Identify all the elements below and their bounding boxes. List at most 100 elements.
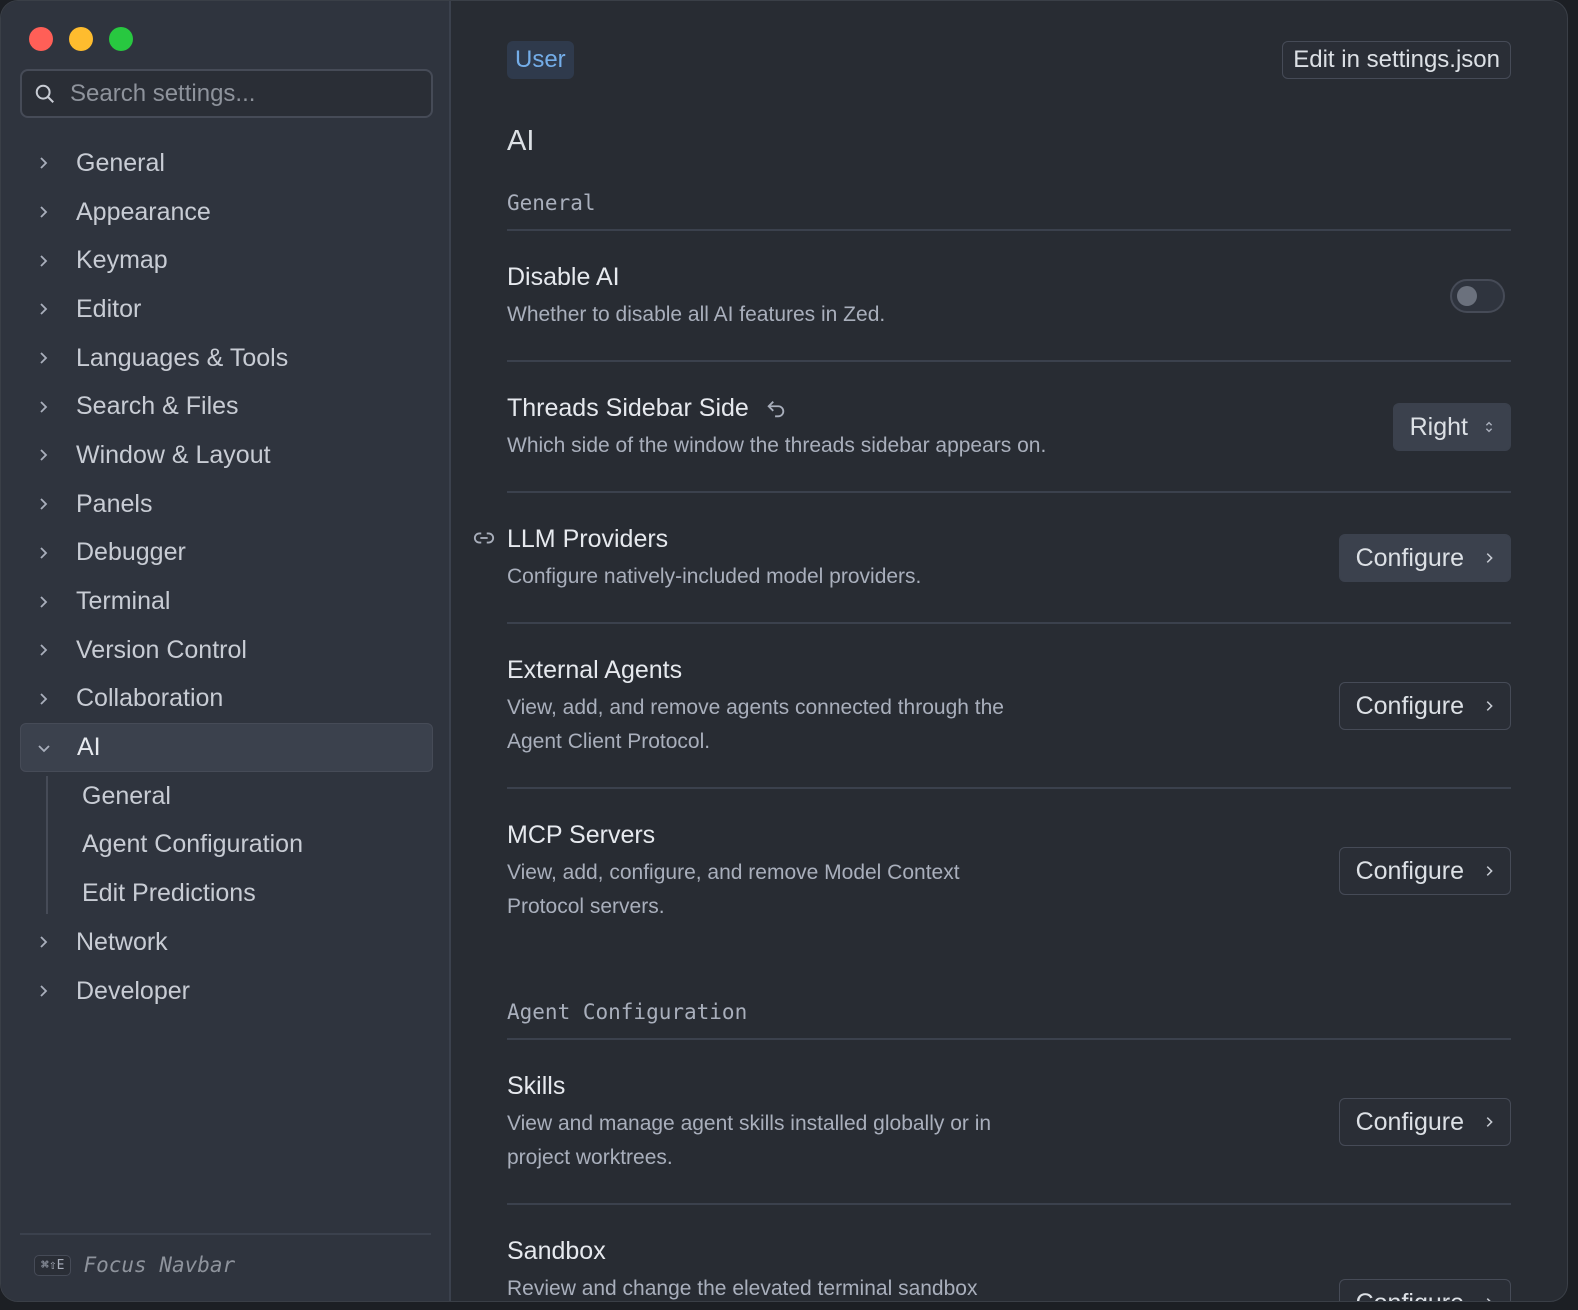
zoom-window-button[interactable] — [109, 27, 133, 51]
disable-ai-toggle[interactable] — [1450, 279, 1505, 313]
threads-sidebar-side-select[interactable]: Right — [1392, 403, 1511, 451]
window-controls — [29, 27, 133, 51]
sidebar-item-debugger[interactable]: Debugger — [20, 529, 433, 578]
sidebar-item-label: Editor — [76, 294, 142, 323]
setting-title: MCP Servers — [507, 821, 656, 849]
setting-row-mcp-servers: MCP Servers View, add, configure, and re… — [507, 821, 1511, 941]
keyboard-shortcut: ⌘⇧E — [34, 1254, 72, 1276]
setting-title: Threads Sidebar Side — [507, 394, 1511, 423]
focus-navbar-label: Focus Navbar — [83, 1253, 236, 1277]
setting-description: Whether to disable all AI features in Ze… — [507, 303, 886, 326]
setting-description: Review and change the elevated terminal … — [507, 1277, 978, 1300]
settings-window: General Appearance Keymap Editor Languag… — [0, 0, 1568, 1302]
sidebar-item-label: Search & Files — [76, 392, 239, 421]
sidebar-item-label: Collaboration — [76, 684, 224, 713]
setting-description: View, add, and remove agents connected t… — [507, 696, 1004, 753]
search-input[interactable] — [70, 79, 400, 108]
sidebar-item-label: Window & Layout — [76, 440, 271, 469]
sidebar-item-collaboration[interactable]: Collaboration — [20, 675, 433, 724]
setting-row-threads-sidebar-side: Threads Sidebar Side Which side of the w… — [507, 394, 1511, 493]
edit-settings-json-button[interactable]: Edit in settings.json — [1282, 41, 1511, 79]
chevron-right-icon — [1486, 553, 1493, 563]
chevron-right-icon — [20, 301, 66, 317]
chevron-right-icon — [20, 594, 66, 610]
section-header-agent-configuration: Agent Configuration — [507, 1000, 1511, 1040]
sidebar-item-label: Network — [76, 927, 168, 956]
section-header-general: General — [507, 191, 1511, 231]
page-title: AI — [507, 125, 535, 157]
llm-providers-configure-button[interactable]: Configure — [1338, 534, 1511, 582]
search-icon — [35, 84, 54, 103]
setting-description: Which side of the window the threads sid… — [507, 434, 1047, 457]
chevron-right-icon — [20, 350, 66, 366]
chevron-right-icon — [20, 253, 66, 269]
sidebar-subitem-agent-configuration[interactable]: Agent Configuration — [20, 821, 433, 870]
skills-configure-button[interactable]: Configure — [1338, 1098, 1511, 1146]
button-label: Configure — [1355, 543, 1464, 572]
sidebar-item-network[interactable]: Network — [20, 918, 433, 967]
chevron-right-icon — [20, 496, 66, 512]
sidebar-item-terminal[interactable]: Terminal — [20, 577, 433, 626]
mcp-servers-configure-button[interactable]: Configure — [1338, 847, 1511, 895]
sidebar-item-editor[interactable]: Editor — [20, 285, 433, 334]
sandbox-configure-button[interactable]: Configure — [1338, 1279, 1511, 1302]
sidebar-item-search-files[interactable]: Search & Files — [20, 382, 433, 431]
close-window-button[interactable] — [29, 27, 53, 51]
sidebar-subitem-edit-predictions[interactable]: Edit Predictions — [20, 869, 433, 918]
setting-description: Configure natively-included model provid… — [507, 565, 922, 588]
chevron-right-icon — [1486, 1298, 1491, 1301]
sidebar-item-panels[interactable]: Panels — [20, 480, 433, 529]
sidebar-item-label: AI — [77, 733, 101, 762]
setting-title: Skills — [507, 1072, 566, 1100]
chevron-right-icon — [20, 642, 66, 658]
sidebar-item-label: Panels — [76, 489, 153, 518]
sidebar-item-languages-tools[interactable]: Languages & Tools — [20, 334, 433, 383]
sidebar-footer-divider — [20, 1233, 431, 1235]
settings-content: User Edit in settings.json AI General Di… — [453, 1, 1567, 1301]
search-box[interactable] — [20, 69, 433, 118]
sidebar-item-label: Keymap — [76, 246, 168, 275]
setting-row-llm-providers: LLM Providers Configure natively-include… — [473, 525, 1511, 624]
chevron-right-icon — [20, 545, 66, 561]
sidebar-item-window-layout[interactable]: Window & Layout — [20, 431, 433, 480]
sidebar-item-general[interactable]: General — [20, 139, 433, 188]
minimize-window-button[interactable] — [69, 27, 93, 51]
chevron-right-icon — [20, 204, 66, 220]
setting-row-disable-ai: Disable AI Whether to disable all AI fea… — [507, 263, 1511, 362]
button-label: Configure — [1355, 1107, 1464, 1136]
sidebar-item-version-control[interactable]: Version Control — [20, 626, 433, 675]
sidebar-item-label: Debugger — [76, 538, 186, 567]
chevron-right-icon — [20, 934, 66, 950]
external-agents-configure-button[interactable]: Configure — [1338, 682, 1511, 730]
sidebar-item-label: Languages & Tools — [76, 343, 289, 372]
select-value: Right — [1409, 412, 1468, 441]
chevron-down-icon — [21, 740, 67, 756]
sidebar-item-label: Developer — [76, 976, 190, 1005]
sidebar-item-keymap[interactable]: Keymap — [20, 236, 433, 285]
chevron-right-icon — [1486, 1117, 1493, 1127]
setting-description: View, add, configure, and remove Model C… — [507, 861, 960, 918]
button-label: Configure — [1355, 691, 1464, 720]
setting-row-skills: Skills View and manage agent skills inst… — [507, 1072, 1511, 1205]
sidebar-subitem-general[interactable]: General — [20, 772, 433, 821]
scope-tab-user[interactable]: User — [507, 41, 574, 79]
sidebar-footer[interactable]: ⌘⇧E Focus Navbar — [34, 1253, 235, 1277]
button-label: Configure — [1356, 1289, 1464, 1302]
sidebar-item-developer[interactable]: Developer — [20, 967, 433, 1016]
setting-row-external-agents: External Agents View, add, and remove ag… — [507, 656, 1511, 789]
button-label: Configure — [1355, 856, 1464, 885]
chevron-right-icon — [1486, 866, 1493, 876]
reset-icon[interactable] — [765, 398, 787, 420]
chevron-right-icon — [20, 155, 66, 171]
link-icon[interactable] — [473, 527, 495, 549]
chevron-right-icon — [20, 983, 66, 999]
sidebar-item-ai[interactable]: AI — [20, 723, 433, 772]
ai-subnav: General Agent Configuration Edit Predict… — [20, 772, 433, 918]
settings-nav: General Appearance Keymap Editor Languag… — [20, 139, 433, 1015]
chevron-right-icon — [20, 399, 66, 415]
settings-sidebar: General Appearance Keymap Editor Languag… — [1, 1, 451, 1301]
sidebar-item-appearance[interactable]: Appearance — [20, 188, 433, 237]
setting-row-sandbox: Sandbox Review and change the elevated t… — [507, 1237, 1511, 1302]
sidebar-item-label: Version Control — [76, 635, 247, 664]
chevron-right-icon — [1486, 701, 1493, 711]
